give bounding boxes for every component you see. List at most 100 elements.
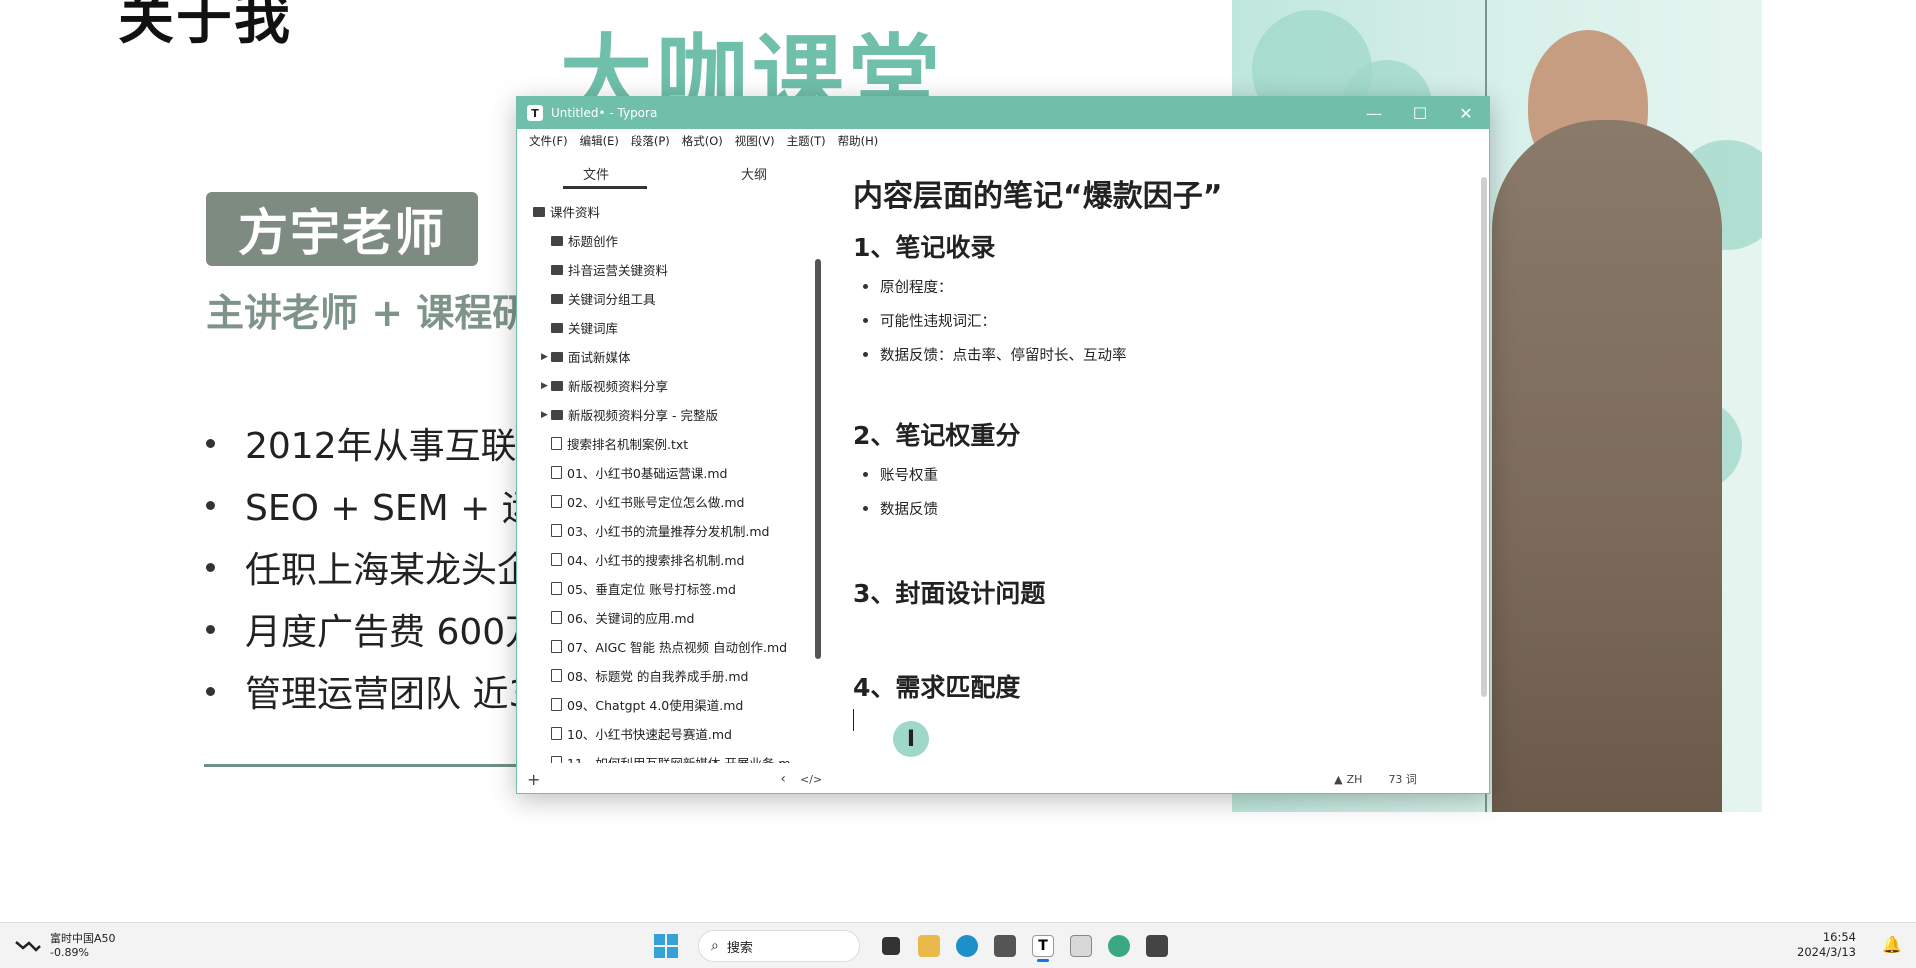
app-grid-icon[interactable]: [1139, 929, 1175, 963]
doc-heading-section-2[interactable]: 2、笔记权重分: [853, 411, 1487, 457]
search-icon: ⌕: [711, 938, 719, 954]
tree-item-label: 搜索排名机制案例.txt: [567, 437, 689, 452]
start-tile: [654, 934, 665, 945]
stock-widget[interactable]: 富时中国A50 -0.89%: [14, 930, 116, 959]
tree-item-label: 抖音运营关键资料: [568, 263, 669, 278]
sidebar-file-item[interactable]: 05、垂直定位 账号打标签.md: [517, 574, 833, 603]
menu-help[interactable]: 帮助(H): [832, 133, 885, 149]
language-indicator[interactable]: ZH: [1347, 773, 1363, 786]
sidebar-folder-item[interactable]: 关键词分组工具: [517, 284, 833, 313]
warning-icon[interactable]: ▲: [1334, 773, 1342, 786]
search-label: 搜索: [726, 940, 753, 956]
bullet-dot-icon: [206, 686, 215, 696]
list-item[interactable]: 可能性违规词汇：: [863, 303, 1487, 337]
notepad-icon[interactable]: [1063, 929, 1099, 963]
bullet-dot-icon: [206, 562, 215, 572]
folder-icon: [551, 235, 563, 246]
start-tile: [667, 934, 678, 945]
sidebar-tabs: 文件 大纲: [517, 153, 833, 193]
typora-window[interactable]: T Untitled• - Typora — ☐ ✕ 文件(F) 编辑(E) 段…: [516, 96, 1490, 794]
sidebar-file-item[interactable]: 03、小红书的流量推荐分发机制.md: [517, 516, 833, 545]
menu-theme[interactable]: 主题(T): [781, 133, 832, 149]
sidebar-file-item[interactable]: 06、关键词的应用.md: [517, 603, 833, 632]
window-title: Untitled• - Typora: [551, 106, 658, 120]
sidebar-file-item[interactable]: 11、如何利用互联网新媒体 开展业务.m: [517, 748, 833, 763]
sidebar-folder-item[interactable]: 课件资料: [517, 197, 833, 226]
menu-edit[interactable]: 编辑(E): [574, 133, 625, 149]
start-tile: [654, 947, 665, 958]
sidebar-folder-item[interactable]: 标题创作: [517, 226, 833, 255]
tree-item-label: 课件资料: [550, 205, 601, 220]
tree-item-label: 09、Chatgpt 4.0使用渠道.md: [567, 698, 744, 713]
tree-item-label: 06、关键词的应用.md: [567, 611, 695, 626]
tree-item-label: 03、小红书的流量推荐分发机制.md: [567, 524, 770, 539]
file-icon: [551, 466, 562, 479]
title-bar[interactable]: T Untitled• - Typora — ☐ ✕: [517, 97, 1489, 129]
dev-tool-icon[interactable]: [1101, 929, 1137, 963]
menu-paragraph[interactable]: 段落(P): [625, 133, 676, 149]
doc-heading-section-4[interactable]: 4、需求匹配度: [853, 663, 1487, 709]
sidebar-file-item[interactable]: 01、小红书0基础运营课.md: [517, 458, 833, 487]
text-cursor: [853, 709, 854, 731]
tab-outline[interactable]: 大纲: [675, 153, 833, 193]
editor-scrollbar[interactable]: [1481, 177, 1487, 697]
folder-icon: [533, 206, 545, 217]
list-item[interactable]: 原创程度：: [863, 269, 1487, 303]
sidebar-file-item[interactable]: 搜索排名机制案例.txt: [517, 429, 833, 458]
collapse-sidebar-button[interactable]: ‹: [780, 771, 786, 787]
tree-item-label: 11、如何利用互联网新媒体 开展业务.m: [567, 753, 791, 763]
list-item[interactable]: 数据反馈：点击率、停留时长、互动率: [863, 337, 1487, 371]
sidebar-folder-item[interactable]: 抖音运营关键资料: [517, 255, 833, 284]
sidebar-file-item[interactable]: 10、小红书快速起号赛道.md: [517, 719, 833, 748]
list-item[interactable]: 账号权重: [863, 457, 1487, 491]
list-item[interactable]: 数据反馈: [863, 491, 1487, 525]
doc-heading-section-3[interactable]: 3、封面设计问题: [853, 569, 1487, 615]
chevron-right-icon[interactable]: ▶: [541, 352, 551, 362]
sidebar-file-item[interactable]: 04、小红书的搜索排名机制.md: [517, 545, 833, 574]
sidebar-scrollbar[interactable]: [815, 259, 821, 659]
chevron-right-icon[interactable]: ▶: [541, 381, 551, 391]
source-mode-button[interactable]: </>: [800, 773, 822, 786]
doc-heading-section-1[interactable]: 1、笔记收录: [853, 223, 1487, 269]
section-2-list: 账号权重 数据反馈: [853, 457, 1487, 525]
notification-bell-icon[interactable]: 🔔: [1882, 935, 1902, 954]
folder-icon: [551, 409, 563, 420]
sidebar-folder-item[interactable]: 关键词库: [517, 313, 833, 342]
file-tree: 课件资料 标题创作 抖音运营关键资料 关键词分组工具 关键词库 ▶ 面试新媒体 ▶ 新版视频资料…: [517, 193, 833, 763]
sidebar-file-item[interactable]: 09、Chatgpt 4.0使用渠道.md: [517, 690, 833, 719]
file-sidebar: 文件 大纲 课件资料 标题创作 抖音运营关键资料 关键词分组工具 关键词库 ▶ 面试新媒体 ▶…: [517, 153, 833, 763]
file-icon: [551, 640, 562, 653]
sidebar-folder-item[interactable]: ▶ 新版视频资料分享 - 完整版: [517, 400, 833, 429]
menu-view[interactable]: 视图(V): [729, 133, 781, 149]
taskbar-apps: ⌕ 搜索 T: [654, 929, 1176, 963]
edge-browser-icon[interactable]: [949, 929, 985, 963]
folder-icon: [551, 351, 563, 362]
typora-taskbar-icon[interactable]: T: [1025, 929, 1061, 963]
menu-file[interactable]: 文件(F): [523, 133, 574, 149]
calculator-icon[interactable]: [987, 929, 1023, 963]
window-controls: — ☐ ✕: [1351, 97, 1489, 129]
task-view-icon[interactable]: [873, 929, 909, 963]
maximize-button[interactable]: ☐: [1397, 97, 1443, 129]
close-button[interactable]: ✕: [1443, 97, 1489, 129]
taskbar-search[interactable]: ⌕ 搜索: [698, 930, 860, 962]
start-button[interactable]: [654, 934, 678, 958]
add-file-button[interactable]: +: [527, 770, 540, 789]
menu-format[interactable]: 格式(O): [676, 133, 729, 149]
sidebar-file-item[interactable]: 07、AIGC 智能 热点视频 自动创作.md: [517, 632, 833, 661]
chevron-right-icon[interactable]: ▶: [541, 410, 551, 420]
editor-pane[interactable]: 内容层面的笔记“爆款因子” 1、笔记收录 原创程度： 可能性违规词汇： 数据反馈…: [853, 153, 1487, 763]
system-clock[interactable]: 16:54 2024/3/13: [1797, 930, 1856, 960]
sidebar-file-item[interactable]: 02、小红书账号定位怎么做.md: [517, 487, 833, 516]
folder-icon: [551, 322, 563, 333]
word-count[interactable]: 73 词: [1388, 771, 1417, 787]
minimize-button[interactable]: —: [1351, 97, 1397, 129]
sidebar-folder-item[interactable]: ▶ 面试新媒体: [517, 342, 833, 371]
tree-item-label: 新版视频资料分享: [568, 379, 669, 394]
bullet-dot-icon: [206, 624, 215, 634]
sidebar-file-item[interactable]: 08、标题党 的自我养成手册.md: [517, 661, 833, 690]
file-explorer-icon[interactable]: [911, 929, 947, 963]
sidebar-folder-item[interactable]: ▶ 新版视频资料分享: [517, 371, 833, 400]
tab-files[interactable]: 文件: [517, 153, 675, 193]
doc-heading-1[interactable]: 内容层面的笔记“爆款因子”: [853, 171, 1487, 223]
